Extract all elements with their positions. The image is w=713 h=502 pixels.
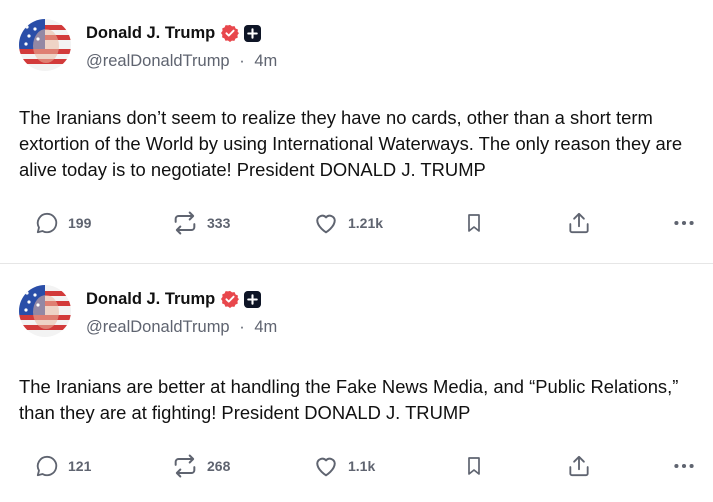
share-upload-icon bbox=[569, 455, 589, 477]
post-card[interactable]: Donald J. Trump @realDonaldTrump · 4m Th… bbox=[0, 266, 713, 502]
meta-separator: · bbox=[239, 318, 245, 336]
reply-count: 199 bbox=[68, 215, 92, 231]
retruth-button[interactable]: 268 bbox=[171, 449, 230, 483]
post-timestamp[interactable]: 4m bbox=[254, 318, 277, 336]
post-actions: 121 268 1.1k bbox=[0, 449, 713, 483]
reply-count: 121 bbox=[68, 458, 92, 474]
retruth-count: 333 bbox=[207, 215, 231, 231]
more-options-button[interactable] bbox=[671, 206, 697, 240]
post-timestamp[interactable]: 4m bbox=[254, 52, 277, 70]
meta-separator: · bbox=[239, 52, 245, 70]
plus-badge-icon bbox=[244, 290, 262, 308]
share-button[interactable] bbox=[566, 449, 592, 483]
repost-arrows-icon bbox=[174, 211, 196, 235]
avatar-image bbox=[19, 285, 71, 337]
speech-bubble-icon bbox=[36, 212, 58, 234]
speech-bubble-icon bbox=[36, 455, 58, 477]
more-dots-icon bbox=[674, 220, 694, 226]
heart-icon bbox=[316, 214, 336, 234]
verified-badge-icon bbox=[221, 290, 240, 308]
like-count: 1.1k bbox=[348, 458, 376, 474]
share-upload-icon bbox=[569, 212, 589, 234]
bookmark-icon bbox=[468, 457, 480, 475]
more-dots-icon bbox=[674, 463, 694, 469]
author-name-row: Donald J. Trump bbox=[86, 287, 262, 311]
post-divider bbox=[0, 263, 713, 264]
reply-button[interactable]: 199 bbox=[34, 206, 91, 240]
post-text: The Iranians are better at handling the … bbox=[19, 376, 679, 423]
like-count: 1.21k bbox=[348, 215, 384, 231]
post-text: The Iranians don’t seem to realize they … bbox=[19, 107, 683, 180]
retruth-count: 268 bbox=[207, 458, 231, 474]
repost-arrows-icon bbox=[174, 454, 196, 478]
avatar-image bbox=[19, 19, 71, 71]
plus-badge-icon bbox=[244, 24, 262, 42]
author-handle[interactable]: @realDonaldTrump bbox=[86, 52, 230, 70]
like-button[interactable]: 1.21k bbox=[312, 206, 383, 240]
retruth-button[interactable]: 333 bbox=[171, 206, 230, 240]
bookmark-button[interactable] bbox=[462, 206, 486, 240]
author-name[interactable]: Donald J. Trump bbox=[86, 290, 215, 309]
author-avatar[interactable] bbox=[19, 285, 71, 337]
author-name[interactable]: Donald J. Trump bbox=[86, 24, 215, 43]
post-card[interactable]: Donald J. Trump @realDonaldTrump · 4m Th… bbox=[0, 0, 713, 262]
like-button[interactable]: 1.1k bbox=[312, 449, 375, 483]
author-meta: @realDonaldTrump · 4m bbox=[86, 318, 277, 337]
share-button[interactable] bbox=[566, 206, 592, 240]
heart-icon bbox=[316, 457, 336, 477]
bookmark-button[interactable] bbox=[462, 449, 486, 483]
author-handle[interactable]: @realDonaldTrump bbox=[86, 318, 230, 336]
post-actions: 199 333 1.21k bbox=[0, 206, 713, 240]
author-meta: @realDonaldTrump · 4m bbox=[86, 52, 277, 71]
reply-button[interactable]: 121 bbox=[34, 449, 91, 483]
author-name-row: Donald J. Trump bbox=[86, 21, 262, 45]
verified-badge-icon bbox=[221, 24, 240, 42]
truth-feed: Donald J. Trump @realDonaldTrump · 4m Th… bbox=[0, 0, 713, 502]
bookmark-icon bbox=[468, 214, 480, 232]
author-avatar[interactable] bbox=[19, 19, 71, 71]
more-options-button[interactable] bbox=[671, 449, 697, 483]
